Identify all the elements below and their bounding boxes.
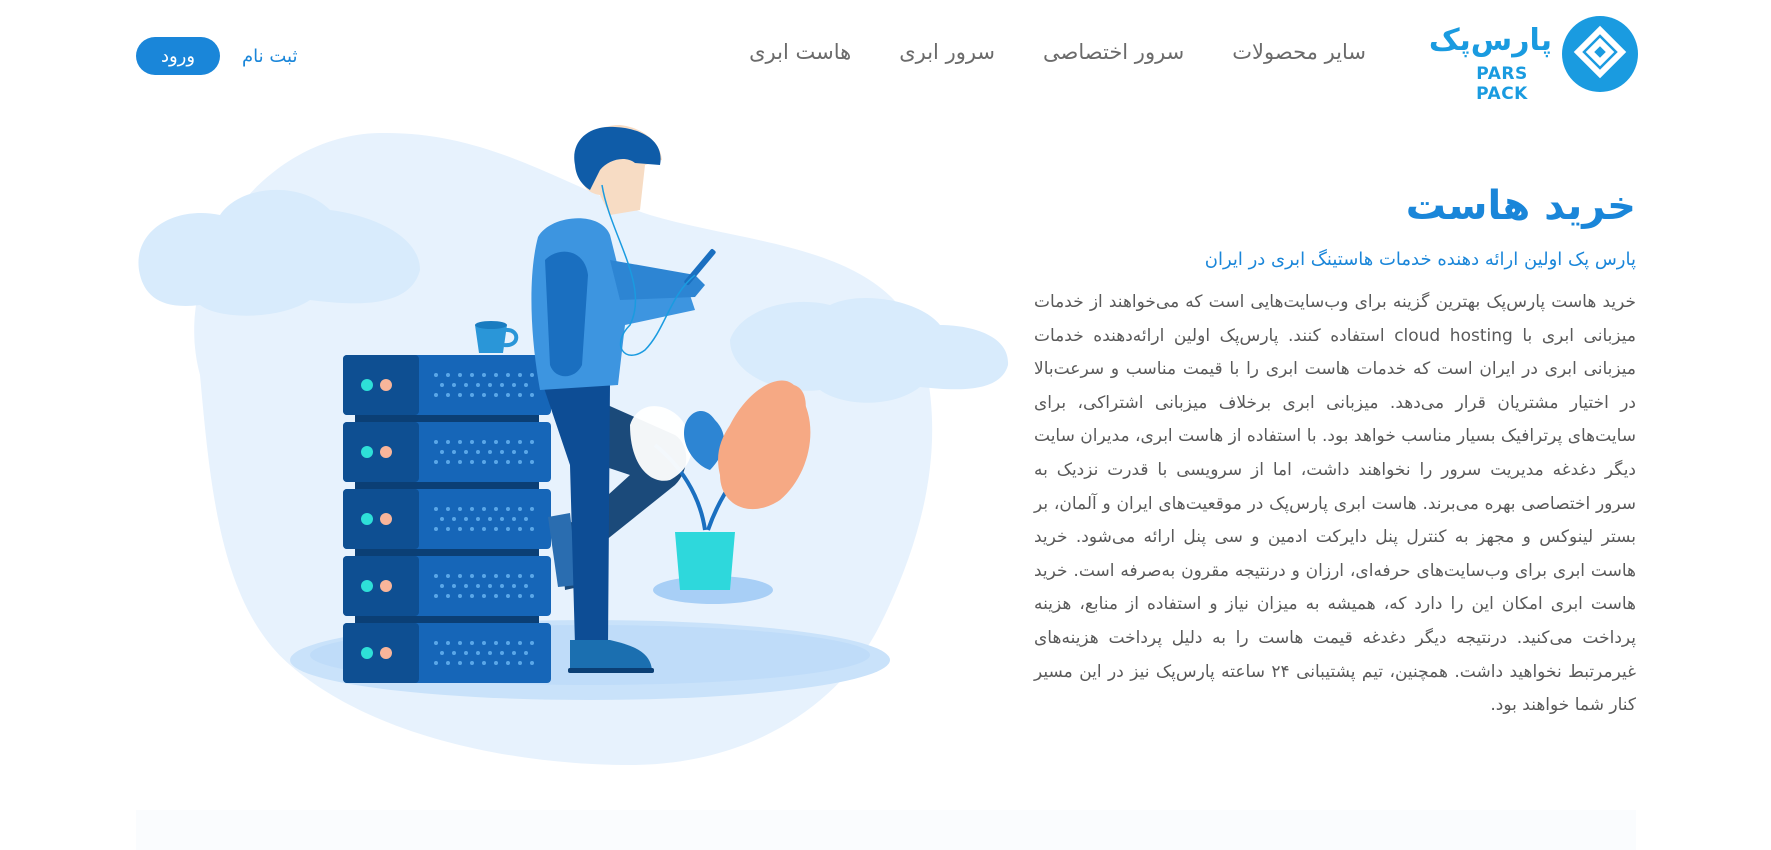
auth-area: ورود ثبت نام bbox=[136, 37, 297, 75]
brand-mark-icon bbox=[1562, 16, 1638, 92]
login-button[interactable]: ورود bbox=[136, 37, 220, 75]
server-rack bbox=[343, 355, 551, 683]
next-section-edge bbox=[136, 810, 1636, 850]
nav-item-cloud-server[interactable]: سرور ابری bbox=[899, 40, 995, 64]
hero-text: خرید هاست پارس پک اولین ارائه دهنده خدما… bbox=[1034, 178, 1636, 723]
page-title: خرید هاست bbox=[1405, 183, 1636, 229]
intro-paragraph: خرید هاست پارس‌پک بهترین گزینه برای وب‌س… bbox=[1034, 292, 1636, 716]
hero-illustration bbox=[130, 125, 1010, 775]
register-link[interactable]: ثبت نام bbox=[242, 46, 297, 67]
nav-item-cloud-host[interactable]: هاست ابری bbox=[749, 40, 851, 64]
main-nav: هاست ابری سرور ابری سرور اختصاصی سایر مح… bbox=[749, 40, 1366, 64]
site-header: پارس‌پک PARS PACK هاست ابری سرور ابری سر… bbox=[0, 0, 1771, 110]
nav-item-other-products[interactable]: سایر محصولات bbox=[1232, 40, 1366, 64]
nav-item-dedicated-server[interactable]: سرور اختصاصی bbox=[1043, 40, 1184, 64]
brand-logo[interactable]: پارس‌پک PARS PACK bbox=[1428, 16, 1638, 104]
brand-name-fa: پارس‌پک bbox=[1428, 23, 1552, 58]
brand-name-en: PARS PACK bbox=[1476, 64, 1528, 104]
page-subtitle: پارس پک اولین ارائه دهنده خدمات هاستینگ … bbox=[1204, 249, 1636, 270]
